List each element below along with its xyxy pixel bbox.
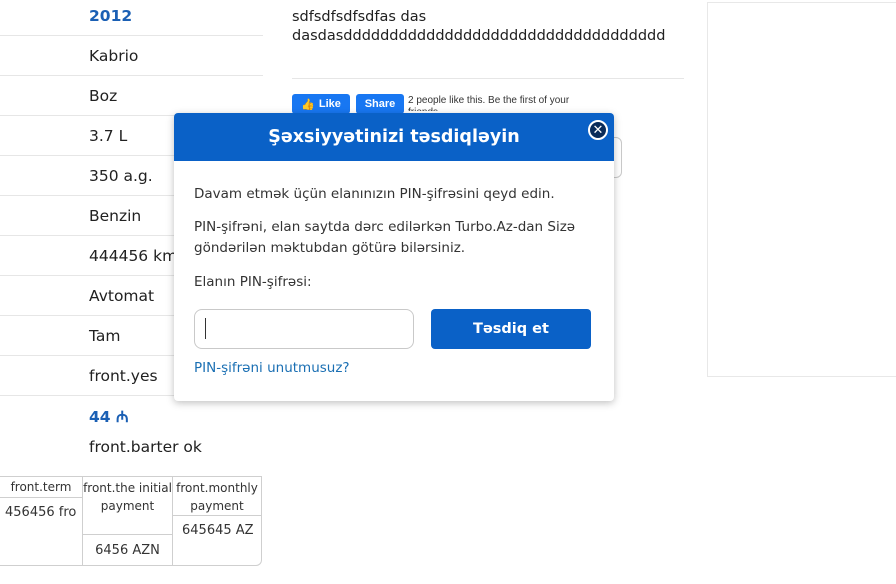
credit-table: front.term 456456 fro front.the initial … xyxy=(0,476,262,566)
description-line-2: dasdasdddddddddddddddddddddddddddddddddd… xyxy=(292,28,666,44)
facebook-like-label: Like xyxy=(318,98,341,110)
credit-term-value: 456456 fro xyxy=(5,505,77,520)
credit-initial-column: front.the initial payment 6456 AZN xyxy=(83,477,173,565)
description-line-1: sdfsdfsdfsdfas das xyxy=(292,9,427,25)
spec-color: Boz xyxy=(0,76,263,116)
pin-label: Elanın PIN-şifrəsi: xyxy=(194,274,312,290)
confirm-button[interactable]: Təsdiq et xyxy=(431,309,591,349)
side-panel xyxy=(707,2,896,377)
facebook-share-label: Share xyxy=(364,98,396,110)
close-icon[interactable]: ✕ xyxy=(588,120,608,140)
facebook-like-count: 2 people like this. Be the first of your… xyxy=(408,95,570,111)
spec-year[interactable]: 2012 xyxy=(0,0,263,36)
ad-description: sdfsdfsdfsdfas das dasdasddddddddddddddd… xyxy=(292,8,684,46)
credit-monthly-column: front.monthly payment 645645 AZ xyxy=(173,477,261,565)
thumbs-up-icon: 👍 xyxy=(301,98,315,111)
pin-input[interactable] xyxy=(194,309,414,349)
credit-term-column: front.term 456456 fro xyxy=(0,477,83,565)
pin-row: Təsdiq et xyxy=(194,309,592,349)
pin-verification-modal: Şəxsiyyətinizi təsdiqləyin ✕ Davam etmək… xyxy=(174,113,614,401)
facebook-like-button[interactable]: 👍 Like xyxy=(292,94,350,114)
forgot-pin-link[interactable]: PIN-şifrəni unutmusuz? xyxy=(194,360,350,376)
divider xyxy=(292,78,684,79)
modal-title: Şəxsiyyətinizi təsdiqləyin xyxy=(268,127,520,147)
credit-initial-value: 6456 AZN xyxy=(95,543,160,558)
modal-header: Şəxsiyyətinizi təsdiqləyin xyxy=(174,113,614,161)
modal-hint: PIN-şifrəni, elan saytda dərc edilərkən … xyxy=(194,219,576,256)
spec-price[interactable]: 44 ₼ xyxy=(0,396,263,436)
spec-body-type: Kabrio xyxy=(0,36,263,76)
text-cursor xyxy=(205,318,206,339)
facebook-share-button[interactable]: Share xyxy=(356,94,404,114)
credit-monthly-header: front.monthly payment xyxy=(173,477,261,516)
modal-instruction: Davam etmək üçün elanınızın PIN-şifrəsin… xyxy=(194,186,555,202)
barter-text: front.barter ok xyxy=(89,438,202,456)
credit-term-header: front.term xyxy=(0,477,82,498)
credit-monthly-value: 645645 AZ xyxy=(182,523,254,538)
credit-initial-header: front.the initial payment xyxy=(83,477,172,535)
modal-body: Davam etmək üçün elanınızın PIN-şifrəsin… xyxy=(174,161,614,293)
